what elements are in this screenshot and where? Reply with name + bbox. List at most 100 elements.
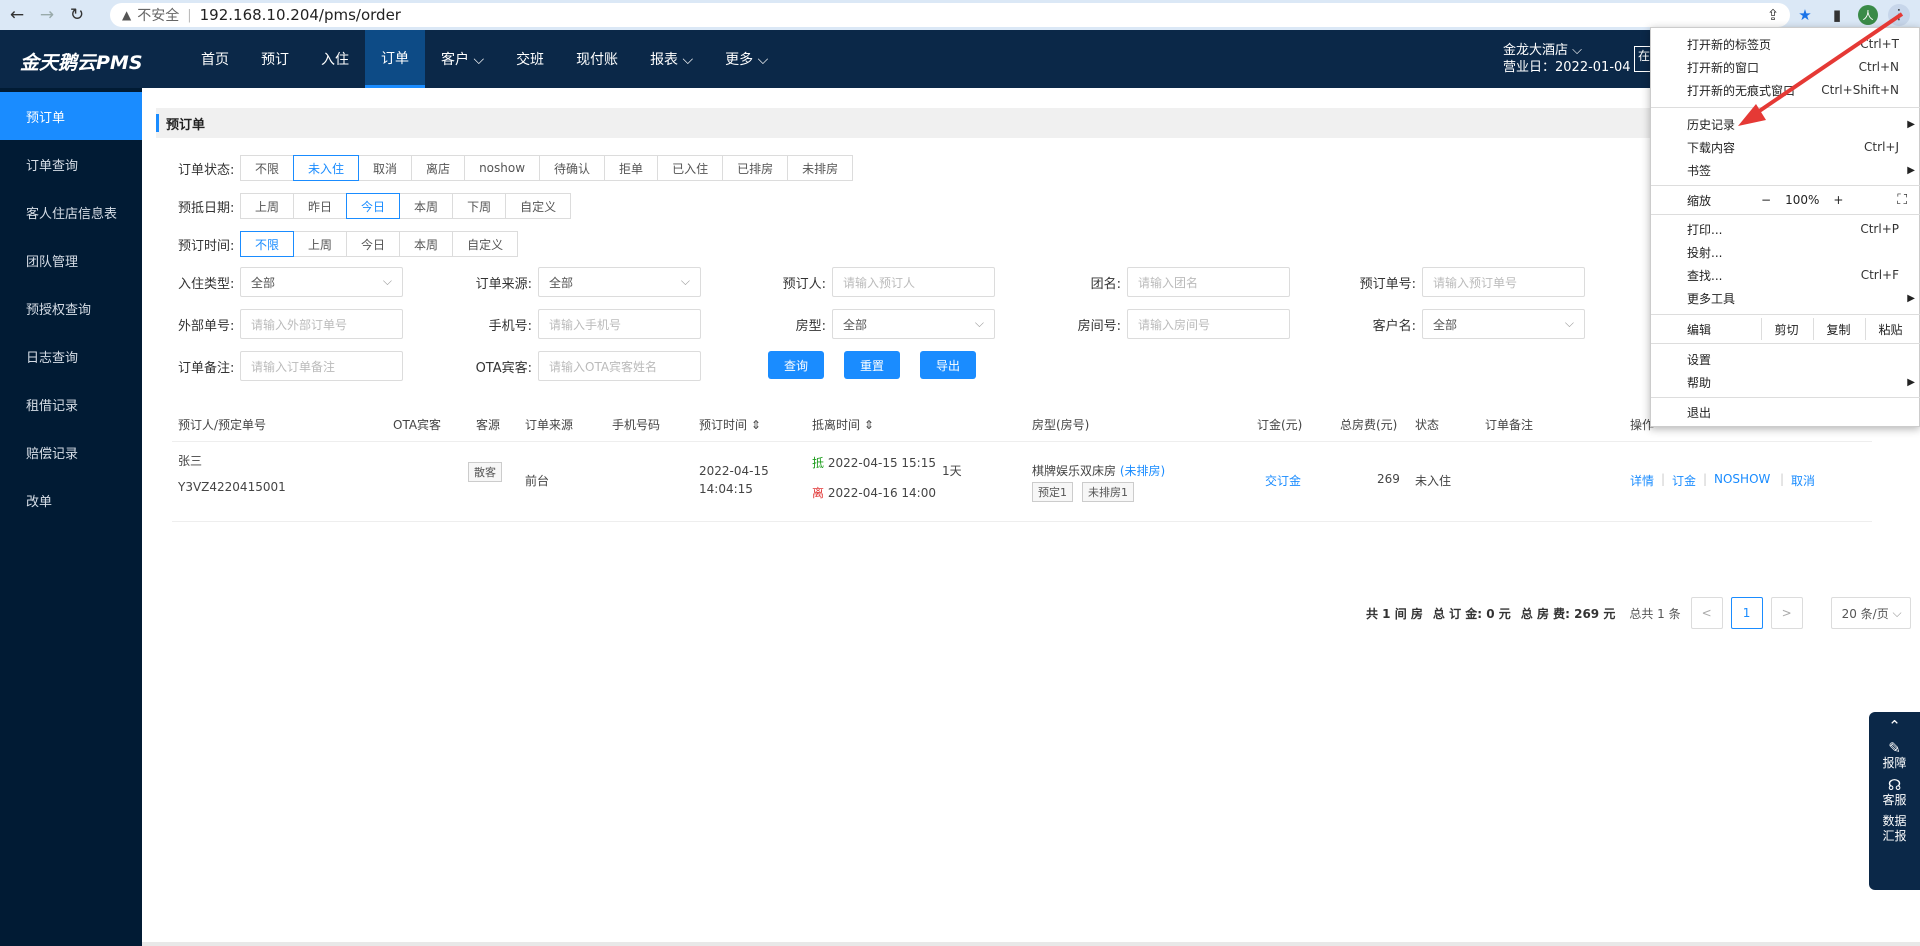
arrival-option[interactable]: 下周 bbox=[452, 193, 507, 219]
booking-time-option[interactable]: 上周 bbox=[293, 231, 348, 257]
menu-downloads[interactable]: 下载内容 Ctrl+J bbox=[1651, 136, 1920, 158]
status-option[interactable]: 已排房 bbox=[722, 155, 789, 181]
nav-booking[interactable]: 预订 bbox=[245, 30, 305, 88]
back-arrow-icon[interactable]: ← bbox=[4, 2, 30, 28]
url-text[interactable]: 192.168.10.204/pms/order bbox=[200, 6, 401, 24]
nav-shift[interactable]: 交班 bbox=[500, 30, 560, 88]
booking-time-option[interactable]: 今日 bbox=[346, 231, 401, 257]
nav-cash-account[interactable]: 现付账 bbox=[560, 30, 634, 88]
menu-exit[interactable]: 退出 bbox=[1651, 401, 1920, 423]
menu-paste[interactable]: 粘贴 bbox=[1865, 318, 1915, 340]
phone-input[interactable]: 请输入手机号 bbox=[538, 309, 701, 339]
kebab-menu-icon[interactable]: ⋮ bbox=[1888, 4, 1910, 26]
status-option[interactable]: 未排房 bbox=[787, 155, 854, 181]
checkin-type-select[interactable]: 全部 ⌵ bbox=[240, 267, 403, 297]
nav-checkin[interactable]: 入住 bbox=[305, 30, 365, 88]
menu-settings[interactable]: 设置 bbox=[1651, 348, 1920, 370]
external-no-input[interactable]: 请输入外部订单号 bbox=[240, 309, 403, 339]
pay-deposit-link[interactable]: 交订金 bbox=[1265, 472, 1301, 489]
nav-home[interactable]: 首页 bbox=[185, 30, 245, 88]
menu-cut[interactable]: 剪切 bbox=[1761, 318, 1811, 340]
report-issue-button[interactable]: ✎ 报障 bbox=[1882, 740, 1906, 771]
menu-new-window[interactable]: 打开新的窗口 Ctrl+N bbox=[1651, 56, 1920, 78]
menu-incognito[interactable]: 打开新的无痕式窗口 Ctrl+Shift+N bbox=[1651, 79, 1920, 101]
status-option[interactable]: 不限 bbox=[240, 155, 295, 181]
remark-input[interactable]: 请输入订单备注 bbox=[240, 351, 403, 381]
booking-time-option[interactable]: 本周 bbox=[399, 231, 454, 257]
arrival-option[interactable]: 自定义 bbox=[505, 193, 572, 219]
sidebar-item-modify-order[interactable]: 改单 bbox=[0, 476, 142, 524]
next-page-button[interactable]: > bbox=[1770, 597, 1803, 629]
menu-print[interactable]: 打印... Ctrl+P bbox=[1651, 218, 1920, 240]
menu-find[interactable]: 查找... Ctrl+F bbox=[1651, 264, 1920, 286]
forward-arrow-icon[interactable]: → bbox=[34, 2, 60, 28]
menu-new-tab[interactable]: 打开新的标签页 Ctrl+T bbox=[1651, 33, 1920, 55]
zoom-in-button[interactable]: + bbox=[1833, 193, 1843, 207]
sidebar-item-preauth-query[interactable]: 预授权查询 bbox=[0, 284, 142, 332]
menu-bookmarks[interactable]: 书签 ▶ bbox=[1651, 159, 1920, 181]
page-1-button[interactable]: 1 bbox=[1730, 597, 1763, 629]
data-report-button[interactable]: 数据 汇报 bbox=[1882, 814, 1906, 844]
status-option[interactable]: 未入住 bbox=[293, 155, 360, 181]
export-button[interactable]: 导出 bbox=[920, 351, 976, 379]
sidebar-item-guest-info[interactable]: 客人住店信息表 bbox=[0, 188, 142, 236]
fullscreen-icon[interactable]: ⛶ bbox=[1897, 192, 1907, 208]
menu-history[interactable]: 历史记录 ▶ bbox=[1651, 113, 1920, 135]
room-no-input[interactable]: 请输入房间号 bbox=[1127, 309, 1290, 339]
arrival-option[interactable]: 今日 bbox=[346, 193, 401, 219]
page-size-select[interactable]: 20 条/页 ⌵ bbox=[1830, 597, 1911, 629]
nav-reports[interactable]: 报表 ⌵ bbox=[634, 30, 709, 88]
arrival-option[interactable]: 本周 bbox=[399, 193, 454, 219]
detail-link[interactable]: 详情 bbox=[1630, 472, 1654, 489]
booking-time-option[interactable]: 不限 bbox=[240, 231, 295, 257]
share-icon[interactable]: ⇪ bbox=[1762, 4, 1784, 26]
cancel-link[interactable]: 取消 bbox=[1791, 472, 1815, 489]
arrival-option[interactable]: 昨日 bbox=[293, 193, 348, 219]
sidebar-item-group-management[interactable]: 团队管理 bbox=[0, 236, 142, 284]
sidebar-item-order-query[interactable]: 订单查询 bbox=[0, 140, 142, 188]
room-assign-link[interactable]: (未排房) bbox=[1120, 464, 1165, 478]
order-source-select[interactable]: 全部 ⌵ bbox=[538, 267, 701, 297]
nav-orders[interactable]: 订单 bbox=[365, 30, 425, 88]
sidebar-item-compensation-records[interactable]: 赔偿记录 bbox=[0, 428, 142, 476]
col-booking-time[interactable]: 预订时间 ⇕ bbox=[699, 416, 761, 433]
customer-service-button[interactable]: ☊ 客服 bbox=[1882, 777, 1906, 808]
side-panel-icon[interactable]: ▮ bbox=[1826, 4, 1848, 26]
nav-customers[interactable]: 客户 ⌵ bbox=[425, 30, 500, 88]
menu-cast[interactable]: 投射... bbox=[1651, 241, 1920, 263]
status-option[interactable]: 拒单 bbox=[604, 155, 659, 181]
noshow-link[interactable]: NOSHOW bbox=[1714, 472, 1770, 486]
zoom-out-button[interactable]: − bbox=[1761, 193, 1771, 207]
menu-more-tools[interactable]: 更多工具 ▶ bbox=[1651, 287, 1920, 309]
profile-avatar[interactable]: 人 bbox=[1858, 5, 1878, 25]
prev-page-button[interactable]: < bbox=[1690, 597, 1723, 629]
address-bar[interactable]: ▲ 不安全 | 192.168.10.204/pms/order bbox=[110, 3, 1790, 27]
status-option[interactable]: 取消 bbox=[358, 155, 413, 181]
status-option[interactable]: 待确认 bbox=[539, 155, 606, 181]
col-arrive-leave[interactable]: 抵离时间 ⇕ bbox=[812, 416, 874, 433]
bookmark-star-icon[interactable]: ★ bbox=[1794, 4, 1816, 26]
order-no-input[interactable]: 请输入预订单号 bbox=[1422, 267, 1585, 297]
group-name-input[interactable]: 请输入团名 bbox=[1127, 267, 1290, 297]
status-option[interactable]: 离店 bbox=[411, 155, 466, 181]
booking-time-option[interactable]: 自定义 bbox=[452, 231, 519, 257]
hotel-name[interactable]: 金龙大酒店 ⌵ bbox=[1503, 42, 1631, 59]
hotel-selector[interactable]: 金龙大酒店 ⌵ 营业日：2022-01-04 bbox=[1503, 42, 1631, 76]
customer-select[interactable]: 全部 ⌵ bbox=[1422, 309, 1585, 339]
sidebar-item-log-query[interactable]: 日志查询 bbox=[0, 332, 142, 380]
status-option[interactable]: noshow bbox=[464, 155, 541, 181]
menu-help[interactable]: 帮助 ▶ bbox=[1651, 371, 1920, 393]
sidebar-item-rental-records[interactable]: 租借记录 bbox=[0, 380, 142, 428]
ota-guest-input[interactable]: 请输入OTA宾客姓名 bbox=[538, 351, 701, 381]
sidebar-item-booking-orders[interactable]: 预订单 bbox=[0, 92, 142, 140]
reset-button[interactable]: 重置 bbox=[844, 351, 900, 379]
room-type-select[interactable]: 全部 ⌵ bbox=[832, 309, 995, 339]
reload-icon[interactable]: ↻ bbox=[64, 2, 90, 28]
status-option[interactable]: 已入住 bbox=[657, 155, 724, 181]
deposit-link[interactable]: 订金 bbox=[1672, 472, 1696, 489]
collapse-panel-button[interactable]: ⌃ bbox=[1888, 718, 1901, 734]
query-button[interactable]: 查询 bbox=[768, 351, 824, 379]
booker-input[interactable]: 请输入预订人 bbox=[832, 267, 995, 297]
arrival-option[interactable]: 上周 bbox=[240, 193, 295, 219]
nav-more[interactable]: 更多 ⌵ bbox=[709, 30, 784, 88]
